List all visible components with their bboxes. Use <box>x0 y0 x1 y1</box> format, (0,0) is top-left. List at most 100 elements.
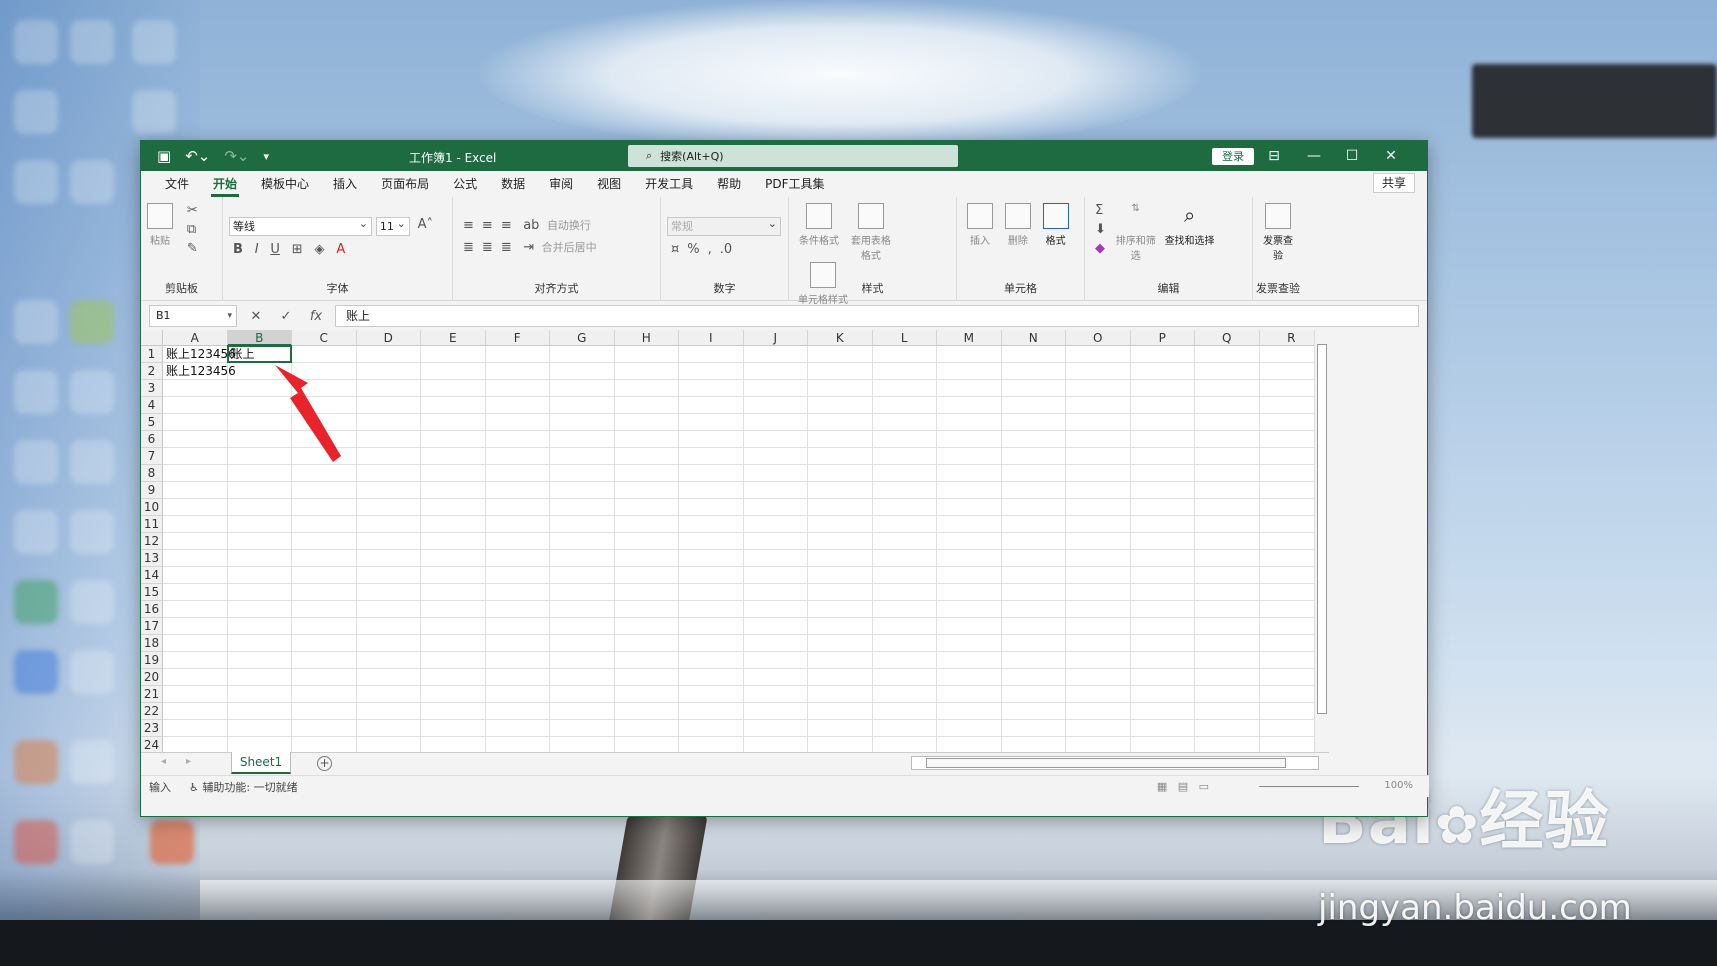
row-header[interactable]: 19 <box>141 652 163 669</box>
cut-icon[interactable]: ✂ <box>187 203 198 218</box>
column-header[interactable]: K <box>808 330 873 346</box>
delete-cell-button[interactable]: 删除 <box>1001 203 1035 247</box>
row-header[interactable]: 10 <box>141 499 163 516</box>
row-header[interactable]: 7 <box>141 448 163 465</box>
row-header[interactable]: 24 <box>141 737 163 752</box>
font-color-icon[interactable]: A <box>336 242 345 257</box>
orientation-icon[interactable]: ab <box>523 218 539 233</box>
align-middle-icon[interactable]: ≡ <box>482 218 493 233</box>
cell-a2[interactable]: 账上123456 <box>163 363 236 380</box>
insert-cell-button[interactable]: 插入 <box>963 203 997 247</box>
column-header[interactable]: F <box>485 330 550 346</box>
column-header[interactable]: H <box>614 330 679 346</box>
formula-input[interactable]: 账上 <box>335 305 1419 327</box>
accessibility-status[interactable]: ♿ 辅助功能: 一切就绪 <box>189 779 298 795</box>
percent-icon[interactable]: % <box>687 242 699 257</box>
next-sheet-icon[interactable]: ▸ <box>186 756 191 767</box>
align-center-icon[interactable]: ≣ <box>482 240 493 255</box>
paste-button[interactable]: 粘贴 <box>147 203 173 247</box>
function-icon[interactable]: fx <box>305 309 327 324</box>
zoom-level[interactable]: 100% <box>1384 780 1413 791</box>
column-header[interactable]: C <box>292 330 357 346</box>
row-header[interactable]: 15 <box>141 584 163 601</box>
close-button[interactable]: ✕ <box>1373 145 1409 167</box>
format-cell-button[interactable]: 格式 <box>1039 203 1073 247</box>
align-top-icon[interactable]: ≡ <box>463 218 474 233</box>
select-all-corner[interactable] <box>141 330 163 346</box>
tab-8[interactable]: 视图 <box>585 175 633 197</box>
vertical-scrollbar[interactable] <box>1314 330 1329 752</box>
align-right-icon[interactable]: ≣ <box>501 240 512 255</box>
row-header[interactable]: 6 <box>141 431 163 448</box>
column-header[interactable]: Q <box>1195 330 1260 346</box>
row-header[interactable]: 16 <box>141 601 163 618</box>
tab-5[interactable]: 公式 <box>441 175 489 197</box>
indent-icon[interactable]: ⇥ <box>523 240 534 255</box>
decimal-icon[interactable]: .0 <box>720 242 732 257</box>
tab-10[interactable]: 帮助 <box>705 175 753 197</box>
view-buttons[interactable]: ▦ ▤ ▭ <box>1157 780 1209 793</box>
wrap-text-button[interactable]: 自动换行 <box>547 219 591 232</box>
merge-center-button[interactable]: 合并后居中 <box>542 241 597 254</box>
column-header[interactable]: M <box>937 330 1002 346</box>
column-header[interactable]: P <box>1130 330 1195 346</box>
comma-icon[interactable]: , <box>708 242 712 257</box>
format-painter-icon[interactable]: ✎ <box>187 241 198 256</box>
fill-color-icon[interactable]: ◈ <box>315 242 325 257</box>
font-grow-icon[interactable]: A˄ <box>418 217 433 232</box>
enter-icon[interactable]: ✓ <box>275 309 297 324</box>
find-select-button[interactable]: ⌕ 查找和选择 <box>1162 203 1218 247</box>
column-header[interactable]: O <box>1066 330 1131 346</box>
tab-0[interactable]: 文件 <box>153 175 201 197</box>
font-size-select[interactable]: 11 <box>375 215 410 236</box>
number-format-select[interactable]: 常规 <box>667 215 781 236</box>
horizontal-scrollbar[interactable] <box>911 756 1319 770</box>
customize-toolbar-icon[interactable]: ▾ <box>263 150 269 163</box>
row-header[interactable]: 23 <box>141 720 163 737</box>
row-header[interactable]: 20 <box>141 669 163 686</box>
row-header[interactable]: 5 <box>141 414 163 431</box>
row-header[interactable]: 17 <box>141 618 163 635</box>
currency-icon[interactable]: ¤ <box>671 242 679 257</box>
row-header[interactable]: 14 <box>141 567 163 584</box>
tab-2[interactable]: 模板中心 <box>249 175 321 197</box>
cell-a1[interactable]: 账上123456 <box>163 346 236 363</box>
row-header[interactable]: 2 <box>141 363 163 380</box>
undo-icon[interactable]: ↶⌄ <box>185 147 210 165</box>
bold-icon[interactable]: B <box>233 242 243 257</box>
row-header[interactable]: 22 <box>141 703 163 720</box>
column-header[interactable]: R <box>1259 330 1314 346</box>
zoom-slider[interactable] <box>1259 786 1359 787</box>
row-header[interactable]: 1 <box>141 346 163 363</box>
login-button[interactable]: 登录 <box>1212 148 1254 165</box>
tab-1[interactable]: 开始 <box>201 175 249 197</box>
name-box[interactable]: B1 <box>149 305 237 327</box>
column-header[interactable]: D <box>356 330 421 346</box>
tab-6[interactable]: 数据 <box>489 175 537 197</box>
tab-7[interactable]: 审阅 <box>537 175 585 197</box>
copy-icon[interactable]: ⧉ <box>187 222 198 237</box>
column-header[interactable]: E <box>421 330 486 346</box>
prev-sheet-icon[interactable]: ◂ <box>161 756 166 767</box>
font-name-select[interactable]: 等线 <box>229 215 372 236</box>
vertical-scroll-thumb[interactable] <box>1317 344 1327 714</box>
row-header[interactable]: 8 <box>141 465 163 482</box>
tab-11[interactable]: PDF工具集 <box>753 175 836 197</box>
column-header[interactable]: J <box>743 330 808 346</box>
invoice-check-button[interactable]: 发票查验 <box>1259 203 1297 262</box>
row-header[interactable]: 9 <box>141 482 163 499</box>
sort-filter-button[interactable]: ⇅ 排序和筛选 <box>1114 203 1158 262</box>
sheet-tab[interactable]: Sheet1 <box>231 752 291 774</box>
conditional-format-button[interactable]: 条件格式 <box>795 203 843 247</box>
share-button[interactable]: 共享 <box>1372 173 1415 193</box>
worksheet-grid[interactable]: ABCDEFGHIJKLMNOPQRS123456789101112131415… <box>141 330 1314 752</box>
tab-9[interactable]: 开发工具 <box>633 175 705 197</box>
add-sheet-icon[interactable]: + <box>317 756 332 771</box>
maximize-button[interactable]: ☐ <box>1334 145 1370 167</box>
horizontal-scroll-thumb[interactable] <box>926 758 1286 768</box>
italic-icon[interactable]: I <box>255 242 259 257</box>
row-header[interactable]: 3 <box>141 380 163 397</box>
clear-icon[interactable]: ◆ <box>1095 241 1106 256</box>
ribbon-display-icon[interactable]: ⊟ <box>1256 145 1292 167</box>
column-header[interactable]: N <box>1001 330 1066 346</box>
